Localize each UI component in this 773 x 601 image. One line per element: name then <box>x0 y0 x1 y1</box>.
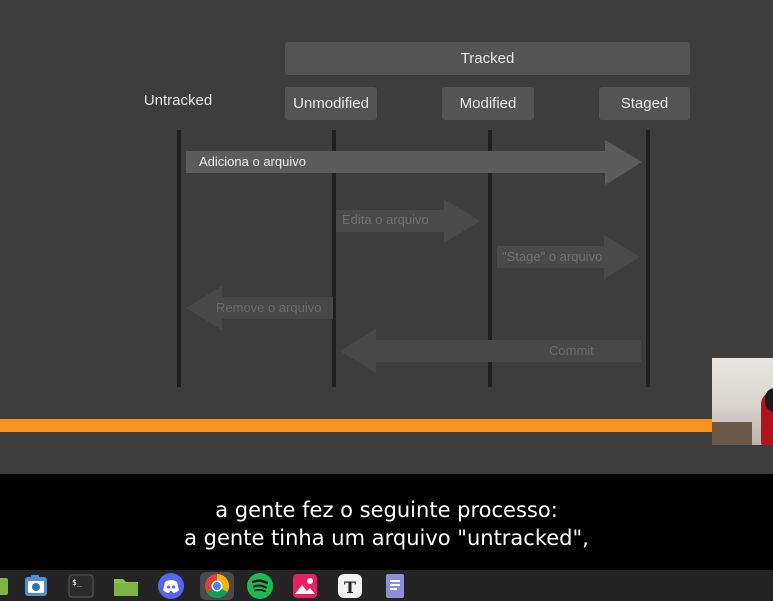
state-unmodified: Unmodified <box>285 87 377 120</box>
arrow-stage-label: "Stage" o arquivo <box>502 249 603 264</box>
state-unmodified-label: Unmodified <box>293 95 369 112</box>
arrow-edit-label: Edita o arquivo <box>342 212 429 227</box>
lifeline-staged <box>646 130 650 387</box>
spotify-icon[interactable] <box>246 572 274 600</box>
text-editor-icon[interactable] <box>381 572 409 600</box>
chrome-icon[interactable] <box>200 572 234 600</box>
svg-text:$_: $_ <box>72 578 82 587</box>
webcam-desk <box>712 422 752 445</box>
state-staged: Staged <box>599 87 690 120</box>
arrow-commit-label: Commit <box>549 343 594 358</box>
state-modified-label: Modified <box>459 95 517 112</box>
typora-icon[interactable]: T <box>336 572 364 600</box>
arrow-remove-label: Remove o arquivo <box>216 300 322 315</box>
subtitle-line-2: a gente tinha um arquivo "untracked", <box>184 526 589 550</box>
svg-text:T: T <box>344 578 356 597</box>
untracked-label: Untracked <box>143 92 213 109</box>
state-staged-label: Staged <box>620 95 669 112</box>
subtitle-line-1: a gente fez o seguinte processo: <box>215 498 558 522</box>
taskbar: $_ T <box>0 570 773 601</box>
tracked-label: Tracked <box>460 50 515 67</box>
state-modified: Modified <box>442 87 534 120</box>
webcam-overlay <box>712 358 773 445</box>
terminal-icon[interactable]: $_ <box>67 572 95 600</box>
subtitle-bar: a gente fez o seguinte processo: a gente… <box>0 474 773 570</box>
discord-icon[interactable] <box>157 572 185 600</box>
orange-divider <box>0 419 712 432</box>
files-green-icon[interactable] <box>0 572 12 600</box>
screenshot-app-icon[interactable] <box>22 572 50 600</box>
folder-icon[interactable] <box>112 572 140 600</box>
tracked-header: Tracked <box>285 42 690 75</box>
image-viewer-icon[interactable] <box>291 572 319 600</box>
lifeline-untracked <box>177 130 181 387</box>
arrow-add-label: Adiciona o arquivo <box>199 154 306 169</box>
presentation-slide: Tracked Untracked Unmodified Modified St… <box>0 0 773 474</box>
